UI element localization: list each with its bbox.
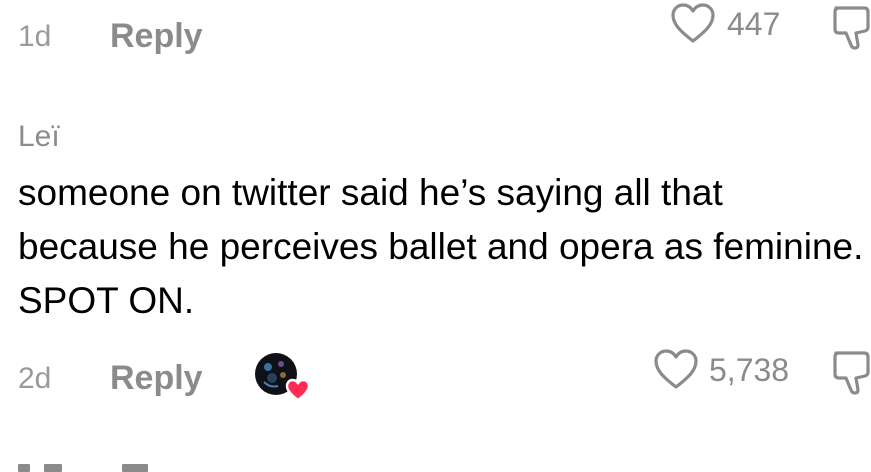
thumbs-down-icon[interactable] [830, 3, 871, 51]
heart-outline-icon[interactable] [670, 2, 716, 44]
comment-time: 2d [18, 362, 52, 395]
like-count: 5,738 [709, 352, 790, 388]
comment-author[interactable]: Leï [18, 122, 60, 152]
like-count: 447 [727, 6, 781, 42]
reply-button[interactable]: Reply [110, 361, 203, 395]
next-comment-author-cropped [18, 458, 218, 472]
comment-text: someone on twitter said he’s saying all … [18, 172, 864, 321]
comment-time: 1d [18, 20, 52, 53]
heart-outline-icon[interactable] [653, 348, 699, 390]
heart-filled-icon [285, 378, 311, 402]
creator-liked-badge [252, 350, 312, 406]
thumbs-down-icon[interactable] [830, 348, 871, 396]
reply-button[interactable]: Reply [110, 19, 203, 53]
